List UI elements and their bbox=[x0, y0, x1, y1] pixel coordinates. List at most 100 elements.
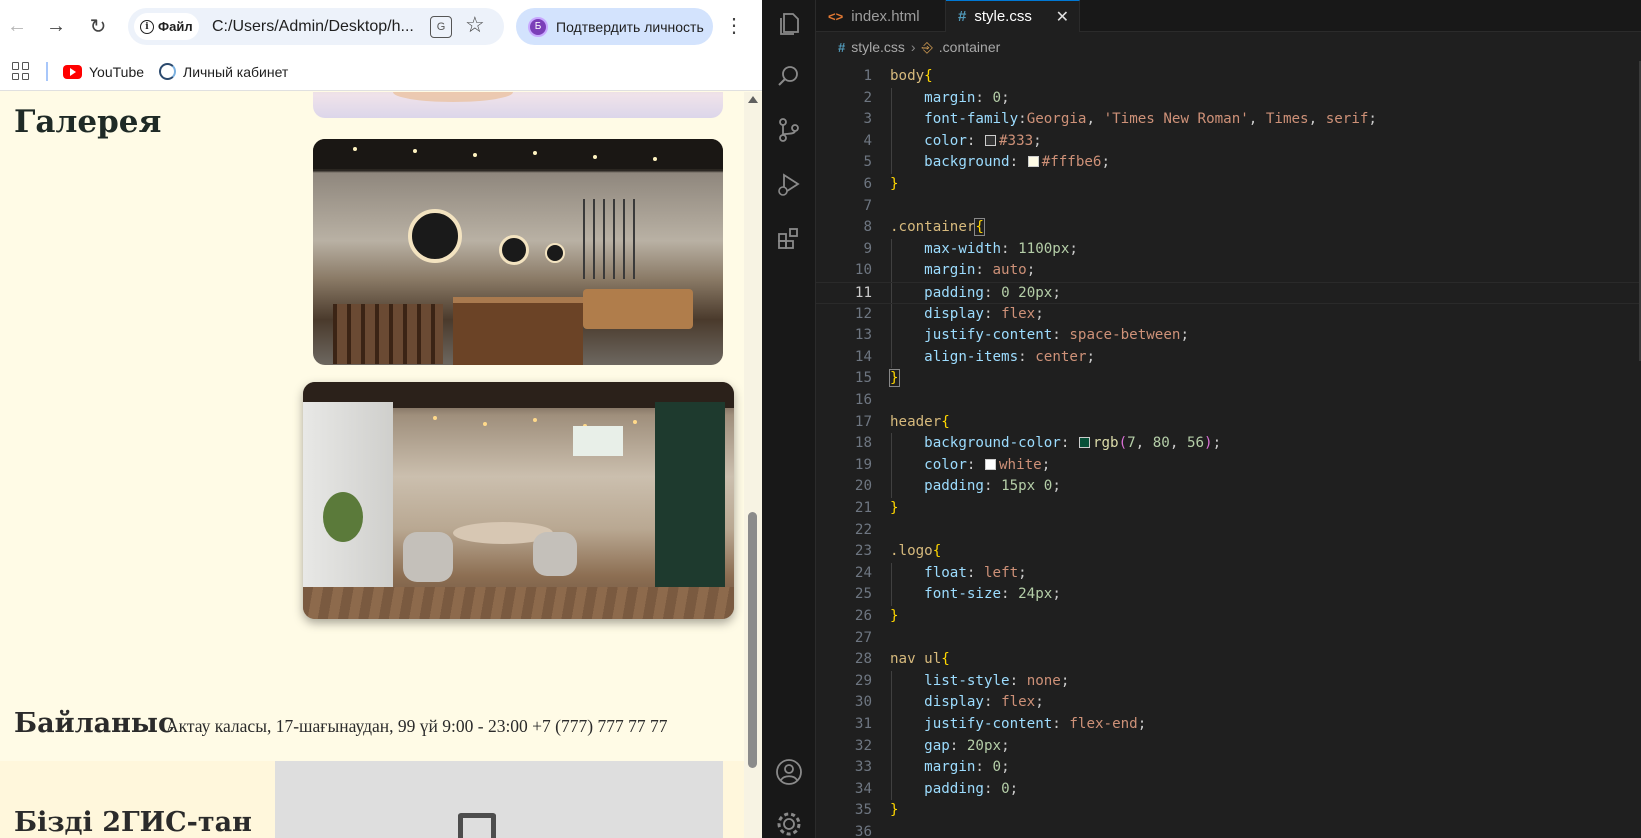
line-number: 5 bbox=[863, 154, 872, 171]
gear-icon[interactable] bbox=[762, 800, 816, 838]
line-number: 25 bbox=[854, 586, 872, 603]
code-text: } bbox=[889, 369, 900, 388]
code-line[interactable]: 4 color: #333; bbox=[816, 131, 1641, 153]
tab-style-css[interactable]: # style.css ✕ bbox=[946, 0, 1080, 32]
code-line[interactable]: 19 color: white; bbox=[816, 455, 1641, 477]
forward-button[interactable]: → bbox=[41, 11, 71, 41]
code-line[interactable]: 36 bbox=[816, 822, 1641, 838]
breadcrumb-symbol[interactable]: .container bbox=[939, 39, 1000, 55]
breadcrumb-file[interactable]: style.css bbox=[851, 39, 905, 55]
code-text: font-size: 24px; bbox=[924, 586, 1061, 603]
code-line[interactable]: 3 font-family:Georgia, 'Times New Roman'… bbox=[816, 109, 1641, 131]
code-line[interactable]: 27 bbox=[816, 628, 1641, 650]
arrow-right-icon: → bbox=[46, 14, 66, 37]
code-line[interactable]: 16 bbox=[816, 390, 1641, 412]
code-text: align-items: center; bbox=[924, 348, 1096, 365]
source-control-icon[interactable] bbox=[762, 106, 816, 154]
page-scrollbar[interactable] bbox=[744, 92, 762, 838]
line-number: 35 bbox=[854, 802, 872, 819]
explorer-icon[interactable] bbox=[762, 0, 816, 48]
symbol-class-icon: ⎆ bbox=[921, 38, 933, 55]
info-icon: i bbox=[140, 19, 154, 34]
code-line[interactable]: 6} bbox=[816, 174, 1641, 196]
url-text[interactable]: C:/Users/Admin/Desktop/h... bbox=[212, 8, 422, 45]
line-number: 19 bbox=[854, 456, 872, 473]
code-line[interactable]: 26} bbox=[816, 606, 1641, 628]
editor-tab-bar: <> index.html # style.css ✕ bbox=[816, 0, 1641, 32]
map-embed[interactable] bbox=[275, 761, 723, 838]
code-line[interactable]: 8 .container{ bbox=[816, 217, 1641, 239]
line-number: 3 bbox=[863, 111, 872, 128]
code-line[interactable]: 17 header{ bbox=[816, 412, 1641, 434]
scroll-up-icon[interactable] bbox=[748, 96, 758, 103]
code-line[interactable]: 9 max-width: 1100px; bbox=[816, 239, 1641, 261]
scroll-thumb[interactable] bbox=[748, 512, 757, 768]
code-line[interactable]: 14 align-items: center; bbox=[816, 347, 1641, 369]
line-number: 4 bbox=[863, 132, 872, 149]
line-number: 8 bbox=[863, 219, 872, 236]
code-line[interactable]: 15} bbox=[816, 368, 1641, 390]
code-line[interactable]: 24 float: left; bbox=[816, 563, 1641, 585]
bookmark-label: YouTube bbox=[89, 63, 145, 80]
line-number: 12 bbox=[854, 305, 872, 322]
code-line[interactable]: 21} bbox=[816, 498, 1641, 520]
bookmark-cabinet[interactable]: Личный кабинет bbox=[159, 52, 288, 91]
code-line[interactable]: 29 list-style: none; bbox=[816, 671, 1641, 693]
code-line[interactable]: 25 font-size: 24px; bbox=[816, 584, 1641, 606]
account-icon[interactable] bbox=[762, 748, 816, 796]
code-line[interactable]: 2 margin: 0; bbox=[816, 88, 1641, 110]
document-icon bbox=[458, 813, 496, 838]
profile-button[interactable]: Б Подтвердить личность bbox=[516, 8, 713, 45]
line-number: 23 bbox=[854, 543, 872, 560]
line-number: 13 bbox=[854, 327, 872, 344]
code-line[interactable]: 5 background: #fffbe6; bbox=[816, 152, 1641, 174]
site-info-chip[interactable]: i Файл bbox=[134, 13, 199, 40]
code-line[interactable]: 23 .logo{ bbox=[816, 541, 1641, 563]
line-number: 31 bbox=[854, 716, 872, 732]
line-number: 16 bbox=[854, 392, 872, 408]
code-line[interactable]: 11 padding: 0 20px; bbox=[816, 282, 1641, 304]
contact-text: Актау каласы, 17-шағынаудан, 99 үй 9:00 … bbox=[166, 716, 668, 736]
apps-icon[interactable] bbox=[12, 62, 30, 80]
translate-icon[interactable]: G bbox=[430, 16, 452, 38]
code-line[interactable]: 22 bbox=[816, 520, 1641, 542]
code-text: background-color: rgb(7, 80, 56); bbox=[924, 435, 1222, 452]
cabinet-icon bbox=[159, 63, 176, 80]
code-text: margin: 0; bbox=[924, 89, 1010, 106]
code-line[interactable]: 10 margin: auto; bbox=[816, 260, 1641, 282]
code-line[interactable]: 34 padding: 0; bbox=[816, 779, 1641, 801]
bookmark-youtube[interactable]: YouTube bbox=[63, 52, 144, 91]
code-line[interactable]: 32 gap: 20px; bbox=[816, 736, 1641, 758]
map-section: Бізді 2ГИС-тан bbox=[0, 761, 762, 838]
code-line[interactable]: 1 body{ bbox=[816, 66, 1641, 88]
run-debug-icon[interactable] bbox=[762, 160, 816, 208]
code-line[interactable]: 28 nav ul{ bbox=[816, 649, 1641, 671]
tab-index-html[interactable]: <> index.html bbox=[816, 0, 946, 32]
code-editor[interactable]: 1 body{2 margin: 0; 3 font-family:Georgia,… bbox=[816, 61, 1641, 838]
line-number: 30 bbox=[854, 694, 872, 711]
code-line[interactable]: 12 display: flex; bbox=[816, 304, 1641, 326]
code-line[interactable]: 13 justify-content: space-between; bbox=[816, 325, 1641, 347]
close-icon[interactable]: ✕ bbox=[1056, 7, 1069, 27]
bookmark-label: Личный кабинет bbox=[183, 63, 289, 80]
code-line[interactable]: 31 justify-content: flex-end; bbox=[816, 714, 1641, 736]
search-icon[interactable] bbox=[762, 52, 816, 100]
code-text: } bbox=[890, 500, 899, 516]
back-button[interactable]: ← bbox=[2, 11, 32, 41]
page-content: Галерея Байланыс Актау каласы, 17-шағына… bbox=[0, 92, 762, 838]
address-bar[interactable]: i Файл C:/Users/Admin/Desktop/h... G ☆ bbox=[128, 8, 504, 45]
avatar: Б bbox=[528, 16, 548, 37]
line-number: 9 bbox=[863, 240, 872, 257]
star-icon[interactable]: ☆ bbox=[465, 12, 485, 38]
extensions-icon[interactable] bbox=[762, 214, 816, 262]
code-line[interactable]: 18 background-color: rgb(7, 80, 56); bbox=[816, 433, 1641, 455]
code-line[interactable]: 30 display: flex; bbox=[816, 692, 1641, 714]
code-line[interactable]: 35} bbox=[816, 800, 1641, 822]
line-number: 24 bbox=[854, 564, 872, 581]
code-line[interactable]: 33 margin: 0; bbox=[816, 757, 1641, 779]
menu-icon[interactable]: ⋮ bbox=[724, 13, 744, 39]
code-line[interactable]: 7 bbox=[816, 196, 1641, 218]
line-number: 10 bbox=[854, 262, 872, 279]
code-line[interactable]: 20 padding: 15px 0; bbox=[816, 476, 1641, 498]
reload-button[interactable]: ↻ bbox=[83, 11, 113, 41]
